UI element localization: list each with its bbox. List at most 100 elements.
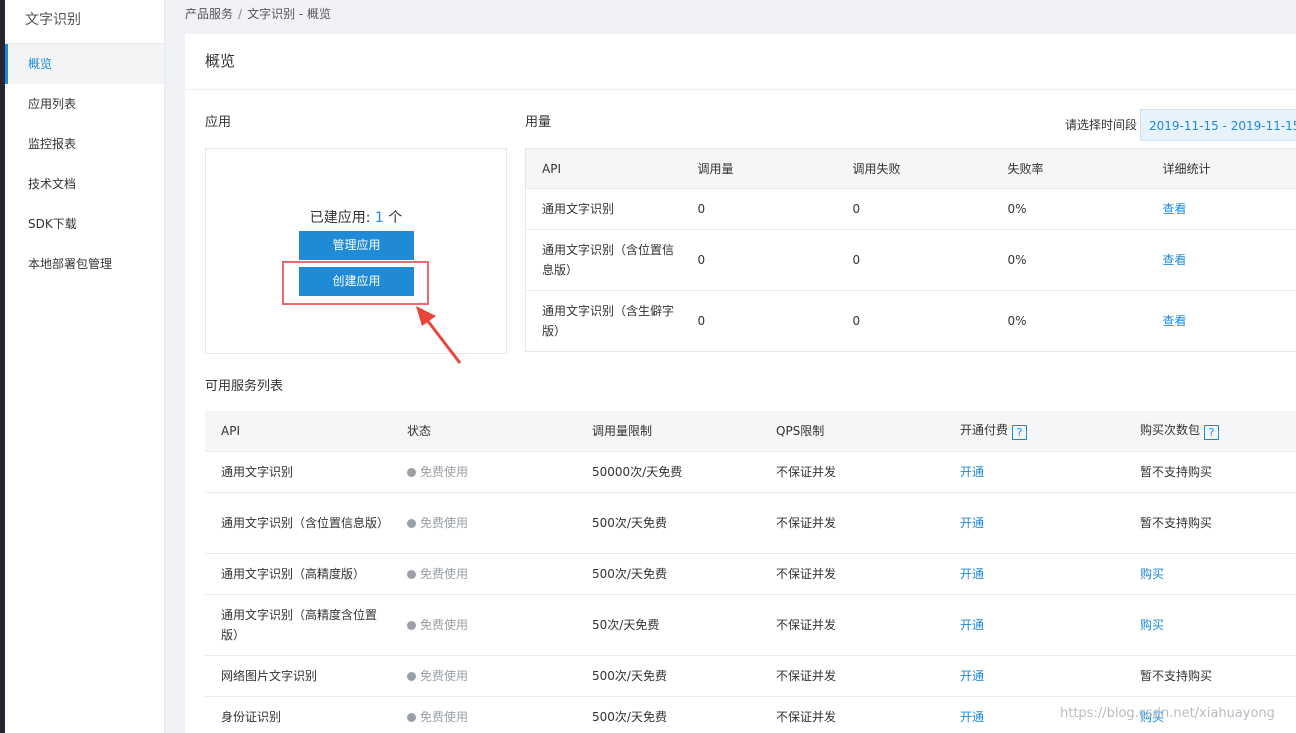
qps-limit: 不保证并发	[760, 654, 944, 696]
services-table: API 状态 调用量限制 QPS限制 开通付费? 购买次数包? 通用文字识别 免…	[205, 411, 1296, 733]
table-row: 通用文字识别（含位置信息版） 免费使用 500次/天免费 不保证并发 开通 暂不…	[205, 491, 1296, 553]
api-name: 网络图片文字识别	[205, 654, 391, 696]
api-name: 通用文字识别（高精度版）	[205, 552, 391, 594]
breadcrumb: 产品服务 / 文字识别 - 概览	[185, 0, 331, 28]
call-count: 0	[681, 188, 837, 230]
status-dot-icon	[407, 518, 416, 528]
api-name: 通用文字识别（含位置信息版）	[205, 491, 391, 553]
api-name: 通用文字识别（含位置信息版）	[525, 229, 682, 291]
column-header: 状态	[391, 411, 576, 451]
qps-limit: 不保证并发	[760, 695, 944, 733]
main-card: 概览 应用 已建应用: 1 个 管理应用 创建应用 用量 请选择时间段 2019…	[185, 34, 1296, 733]
question-icon[interactable]: ?	[1204, 425, 1220, 441]
sidebar-item-monitor-report[interactable]: 监控报表	[5, 124, 164, 164]
column-header-pack: 购买次数包?	[1124, 411, 1296, 451]
date-range-value: 2019-11-15 - 2019-11-15	[1149, 119, 1296, 133]
fail-rate: 0%	[991, 290, 1147, 352]
call-limit: 500次/天免费	[576, 552, 760, 594]
pack-unavailable: 暂不支持购买	[1124, 450, 1296, 492]
column-header: QPS限制	[760, 411, 944, 451]
call-limit: 500次/天免费	[576, 491, 760, 553]
status-text: 免费使用	[420, 617, 469, 632]
sidebar-item-app-list[interactable]: 应用列表	[5, 84, 164, 124]
status-dot-icon	[407, 620, 416, 630]
status-text: 免费使用	[420, 515, 469, 530]
usage-table: API 调用量 调用失败 失败率 详细统计 通用文字识别 0 0 0% 查看 通…	[525, 148, 1296, 352]
enable-pay-link[interactable]: 开通	[960, 669, 984, 683]
status-cell: 免费使用	[391, 491, 576, 553]
column-header-label: 购买次数包	[1140, 423, 1201, 438]
sidebar-item-local-deploy[interactable]: 本地部署包管理	[5, 244, 164, 284]
status-text: 免费使用	[420, 668, 469, 683]
failed-count: 0	[836, 188, 992, 230]
column-header: 调用量	[681, 148, 837, 189]
status-dot-icon	[407, 569, 416, 579]
status-cell: 免费使用	[391, 654, 576, 696]
call-limit: 50次/天免费	[576, 593, 760, 655]
enable-pay-link[interactable]: 开通	[960, 567, 984, 581]
buy-pack-link[interactable]: 购买	[1140, 567, 1164, 581]
manage-apps-button[interactable]: 管理应用	[299, 231, 414, 260]
table-row: 通用文字识别（含位置信息版） 0 0 0% 查看	[525, 229, 1296, 291]
status-cell: 免费使用	[391, 593, 576, 655]
pack-unavailable: 暂不支持购买	[1124, 491, 1296, 553]
table-row: 网络图片文字识别 免费使用 500次/天免费 不保证并发 开通 暂不支持购买	[205, 654, 1296, 696]
view-detail-link[interactable]: 查看	[1163, 202, 1187, 216]
status-cell: 免费使用	[391, 450, 576, 492]
qps-limit: 不保证并发	[760, 552, 944, 594]
enable-pay-link[interactable]: 开通	[960, 618, 984, 632]
date-range-label: 请选择时间段	[1065, 118, 1138, 132]
column-header: 详细统计	[1146, 148, 1296, 189]
sidebar-item-sdk-download[interactable]: SDK下载	[5, 204, 164, 244]
status-text: 免费使用	[420, 709, 469, 724]
created-apps-number: 1	[374, 210, 384, 226]
breadcrumb-current: 文字识别 - 概览	[247, 7, 332, 21]
api-name: 身份证识别	[205, 695, 391, 733]
table-row: 通用文字识别 0 0 0% 查看	[525, 188, 1296, 230]
usage-table-header: API 调用量 调用失败 失败率 详细统计	[525, 148, 1296, 189]
status-text: 免费使用	[420, 464, 469, 479]
red-arrow-icon	[416, 306, 462, 364]
apps-section-title: 应用	[205, 115, 232, 130]
buy-pack-link[interactable]: 购买	[1140, 618, 1164, 632]
fail-rate: 0%	[991, 229, 1147, 291]
call-limit: 50000次/天免费	[576, 450, 760, 492]
call-count: 0	[681, 290, 837, 352]
sidebar-title: 文字识别	[5, 0, 164, 44]
table-row: 通用文字识别 免费使用 50000次/天免费 不保证并发 开通 暂不支持购买	[205, 450, 1296, 492]
created-apps-unit: 个	[383, 210, 403, 226]
status-dot-icon	[407, 712, 416, 722]
enable-pay-link[interactable]: 开通	[960, 465, 984, 479]
created-apps-count: 已建应用: 1 个	[206, 207, 506, 227]
enable-pay-link[interactable]: 开通	[960, 710, 984, 724]
call-count: 0	[681, 229, 837, 291]
column-header: API	[525, 148, 682, 189]
api-name: 通用文字识别（高精度含位置版）	[205, 593, 391, 655]
call-limit: 500次/天免费	[576, 695, 760, 733]
usage-section-title: 用量	[525, 115, 552, 130]
date-range-picker[interactable]: 2019-11-15 - 2019-11-15	[1140, 109, 1296, 141]
breadcrumb-root[interactable]: 产品服务	[185, 7, 233, 21]
watermark: https://blog.csdn.net/xiahuayong	[1060, 706, 1275, 721]
qps-limit: 不保证并发	[760, 491, 944, 553]
fail-rate: 0%	[991, 188, 1147, 230]
question-icon[interactable]: ?	[1012, 425, 1028, 441]
qps-limit: 不保证并发	[760, 593, 944, 655]
enable-pay-link[interactable]: 开通	[960, 516, 984, 530]
pack-unavailable: 暂不支持购买	[1124, 654, 1296, 696]
call-limit: 500次/天免费	[576, 654, 760, 696]
column-header: API	[205, 411, 391, 451]
create-app-button[interactable]: 创建应用	[299, 267, 414, 296]
failed-count: 0	[836, 229, 992, 291]
services-table-header: API 状态 调用量限制 QPS限制 开通付费? 购买次数包?	[205, 411, 1296, 451]
table-row: 通用文字识别（高精度含位置版） 免费使用 50次/天免费 不保证并发 开通 购买	[205, 593, 1296, 655]
created-apps-label: 已建应用:	[309, 210, 375, 226]
view-detail-link[interactable]: 查看	[1163, 314, 1187, 328]
view-detail-link[interactable]: 查看	[1163, 253, 1187, 267]
sidebar-item-overview[interactable]: 概览	[5, 44, 164, 84]
api-name: 通用文字识别（含生僻字版）	[525, 290, 682, 352]
status-cell: 免费使用	[391, 695, 576, 733]
page-title: 概览	[185, 34, 1296, 90]
sidebar-item-tech-docs[interactable]: 技术文档	[5, 164, 164, 204]
column-header: 调用量限制	[576, 411, 760, 451]
